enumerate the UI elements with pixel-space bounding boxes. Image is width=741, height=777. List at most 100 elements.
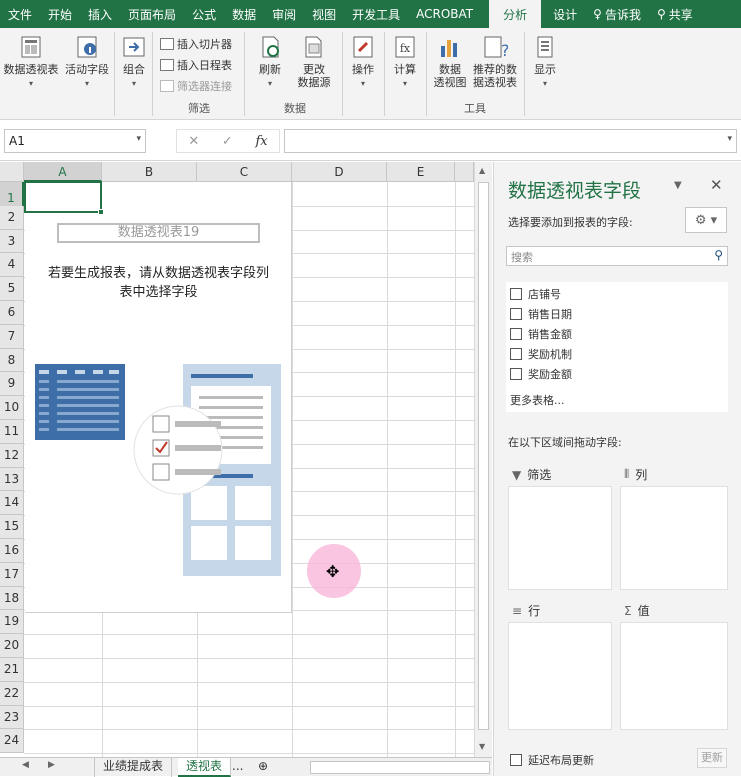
- row-header[interactable]: 16: [0, 539, 24, 563]
- field-sales-date[interactable]: 销售日期: [510, 306, 572, 322]
- field-reward-amount[interactable]: 奖励金额: [510, 366, 572, 382]
- row-header[interactable]: 2: [0, 205, 24, 230]
- chevron-down-icon[interactable]: ▾: [136, 134, 141, 144]
- tab-insert[interactable]: 插入: [80, 0, 120, 28]
- enter-icon[interactable]: ✓: [222, 134, 233, 149]
- scrollbar-thumb[interactable]: [478, 182, 489, 730]
- row-header[interactable]: 15: [0, 515, 24, 539]
- filter-connections-button[interactable]: 筛选器连接: [160, 78, 232, 94]
- column-header-e[interactable]: E: [387, 162, 455, 182]
- values-area-drop-zone[interactable]: [620, 622, 728, 730]
- show-button[interactable]: 显示 ▾: [528, 34, 562, 90]
- row-header[interactable]: 24: [0, 729, 24, 754]
- columns-area-drop-zone[interactable]: [620, 486, 728, 590]
- row-header[interactable]: 17: [0, 562, 24, 587]
- insert-function-button[interactable]: fx: [255, 134, 267, 149]
- row-header[interactable]: 5: [0, 277, 24, 301]
- row-header[interactable]: 18: [0, 586, 24, 611]
- column-header-c[interactable]: C: [197, 162, 292, 182]
- checkbox[interactable]: [510, 328, 522, 340]
- field-search-input[interactable]: 搜索 ⚲: [506, 246, 728, 266]
- vertical-scrollbar[interactable]: ▲ ▼: [474, 162, 492, 758]
- insert-slicer-button[interactable]: 插入切片器: [160, 36, 232, 52]
- tab-analyze[interactable]: 分析: [489, 0, 542, 28]
- selected-cell-a1[interactable]: [24, 181, 104, 215]
- worksheet-grid[interactable]: A B C D E 1 2 3 4 5 6 7 8 9 10 11 12 13 14 15 16 17 18 19 2…: [0, 162, 492, 758]
- group-button[interactable]: 组合 ▾: [118, 34, 150, 90]
- sheet-tab-performance[interactable]: 业绩提成表: [94, 758, 173, 777]
- row-header[interactable]: 10: [0, 396, 24, 420]
- checkbox[interactable]: [510, 368, 522, 380]
- tab-home[interactable]: 开始: [40, 0, 80, 28]
- checkbox[interactable]: [510, 754, 522, 766]
- scroll-up-icon[interactable]: ▲: [479, 166, 485, 175]
- checkbox[interactable]: [510, 348, 522, 360]
- sheet-more-button[interactable]: ...: [230, 758, 245, 777]
- name-box[interactable]: A1 ▾: [4, 129, 146, 153]
- close-icon[interactable]: ✕: [710, 176, 723, 194]
- rows-area-drop-zone[interactable]: [508, 622, 612, 730]
- tab-design[interactable]: 设计: [545, 0, 585, 28]
- tab-formulas[interactable]: 公式: [184, 0, 224, 28]
- select-all-corner[interactable]: [0, 162, 24, 182]
- active-field-button[interactable]: 活动字段 ▾: [62, 34, 112, 90]
- add-sheet-button[interactable]: ⊕: [256, 758, 270, 777]
- row-header[interactable]: 12: [0, 443, 24, 468]
- checkbox[interactable]: [510, 308, 522, 320]
- more-tables-link[interactable]: 更多表格...: [510, 392, 565, 408]
- tab-review[interactable]: 审阅: [264, 0, 304, 28]
- share-button[interactable]: ⚲ 共享: [649, 0, 701, 28]
- actions-button[interactable]: 操作 ▾: [346, 34, 380, 90]
- tab-view[interactable]: 视图: [304, 0, 344, 28]
- column-header-d[interactable]: D: [292, 162, 387, 182]
- fill-handle[interactable]: [98, 209, 104, 215]
- refresh-button[interactable]: 刷新 ▾: [252, 34, 288, 90]
- column-header-b[interactable]: B: [102, 162, 197, 182]
- chevron-down-icon[interactable]: ▾: [727, 134, 732, 144]
- row-header[interactable]: 6: [0, 301, 24, 325]
- recommended-pivot-button[interactable]: ? 推荐的数 据透视表: [470, 34, 520, 89]
- row-header[interactable]: 13: [0, 467, 24, 492]
- sheet-prev-icon[interactable]: ◀: [22, 760, 29, 770]
- calculations-button[interactable]: fx 计算 ▾: [388, 34, 422, 90]
- update-button[interactable]: 更新: [697, 748, 727, 768]
- field-sales-amount[interactable]: 销售金额: [510, 326, 572, 342]
- tab-developer[interactable]: 开发工具: [344, 0, 408, 28]
- change-data-source-button[interactable]: 更改 数据源: [290, 34, 338, 89]
- scroll-down-icon[interactable]: ▼: [479, 742, 485, 751]
- row-header[interactable]: 21: [0, 658, 24, 682]
- tab-data[interactable]: 数据: [224, 0, 264, 28]
- checkbox[interactable]: [510, 288, 522, 300]
- gear-icon[interactable]: ⚙ ▾: [685, 207, 727, 233]
- pivot-chart-button[interactable]: 数据 透视图: [430, 34, 470, 89]
- insert-timeline-button[interactable]: 插入日程表: [160, 57, 232, 73]
- sheet-next-icon[interactable]: ▶: [48, 760, 55, 770]
- formula-input[interactable]: ▾: [284, 129, 737, 153]
- row-header[interactable]: 8: [0, 348, 24, 373]
- field-reward-scheme[interactable]: 奖励机制: [510, 346, 572, 362]
- row-header[interactable]: 19: [0, 610, 24, 635]
- column-header-a[interactable]: A: [24, 162, 102, 182]
- sheet-tab-pivot[interactable]: 透视表: [178, 758, 232, 777]
- row-header[interactable]: 11: [0, 420, 24, 444]
- tab-page-layout[interactable]: 页面布局: [120, 0, 184, 28]
- horizontal-scrollbar[interactable]: [310, 761, 490, 774]
- row-header[interactable]: 7: [0, 324, 24, 349]
- tell-me-button[interactable]: ♀ 告诉我: [585, 0, 649, 28]
- row-header[interactable]: 14: [0, 491, 24, 516]
- row-header[interactable]: 22: [0, 681, 24, 706]
- defer-layout-update[interactable]: 延迟布局更新: [510, 752, 594, 768]
- row-header[interactable]: 9: [0, 372, 24, 397]
- pivot-table-button[interactable]: 数据透视表 ▾: [2, 34, 60, 90]
- tab-acrobat[interactable]: ACROBAT: [408, 0, 481, 28]
- filter-area-drop-zone[interactable]: [508, 486, 612, 590]
- row-header[interactable]: 20: [0, 634, 24, 658]
- row-header[interactable]: 3: [0, 229, 24, 254]
- row-header[interactable]: 23: [0, 705, 24, 730]
- field-store-number[interactable]: 店铺号: [510, 286, 561, 302]
- cancel-icon[interactable]: ✕: [188, 134, 199, 149]
- pane-options-icon[interactable]: ▼: [674, 180, 682, 191]
- tab-file[interactable]: 文件: [0, 0, 40, 28]
- row-header[interactable]: 4: [0, 253, 24, 278]
- pivot-table-placeholder[interactable]: 数据透视表19 若要生成报表，请从数据透视表字段列 表中选择字段: [25, 182, 292, 613]
